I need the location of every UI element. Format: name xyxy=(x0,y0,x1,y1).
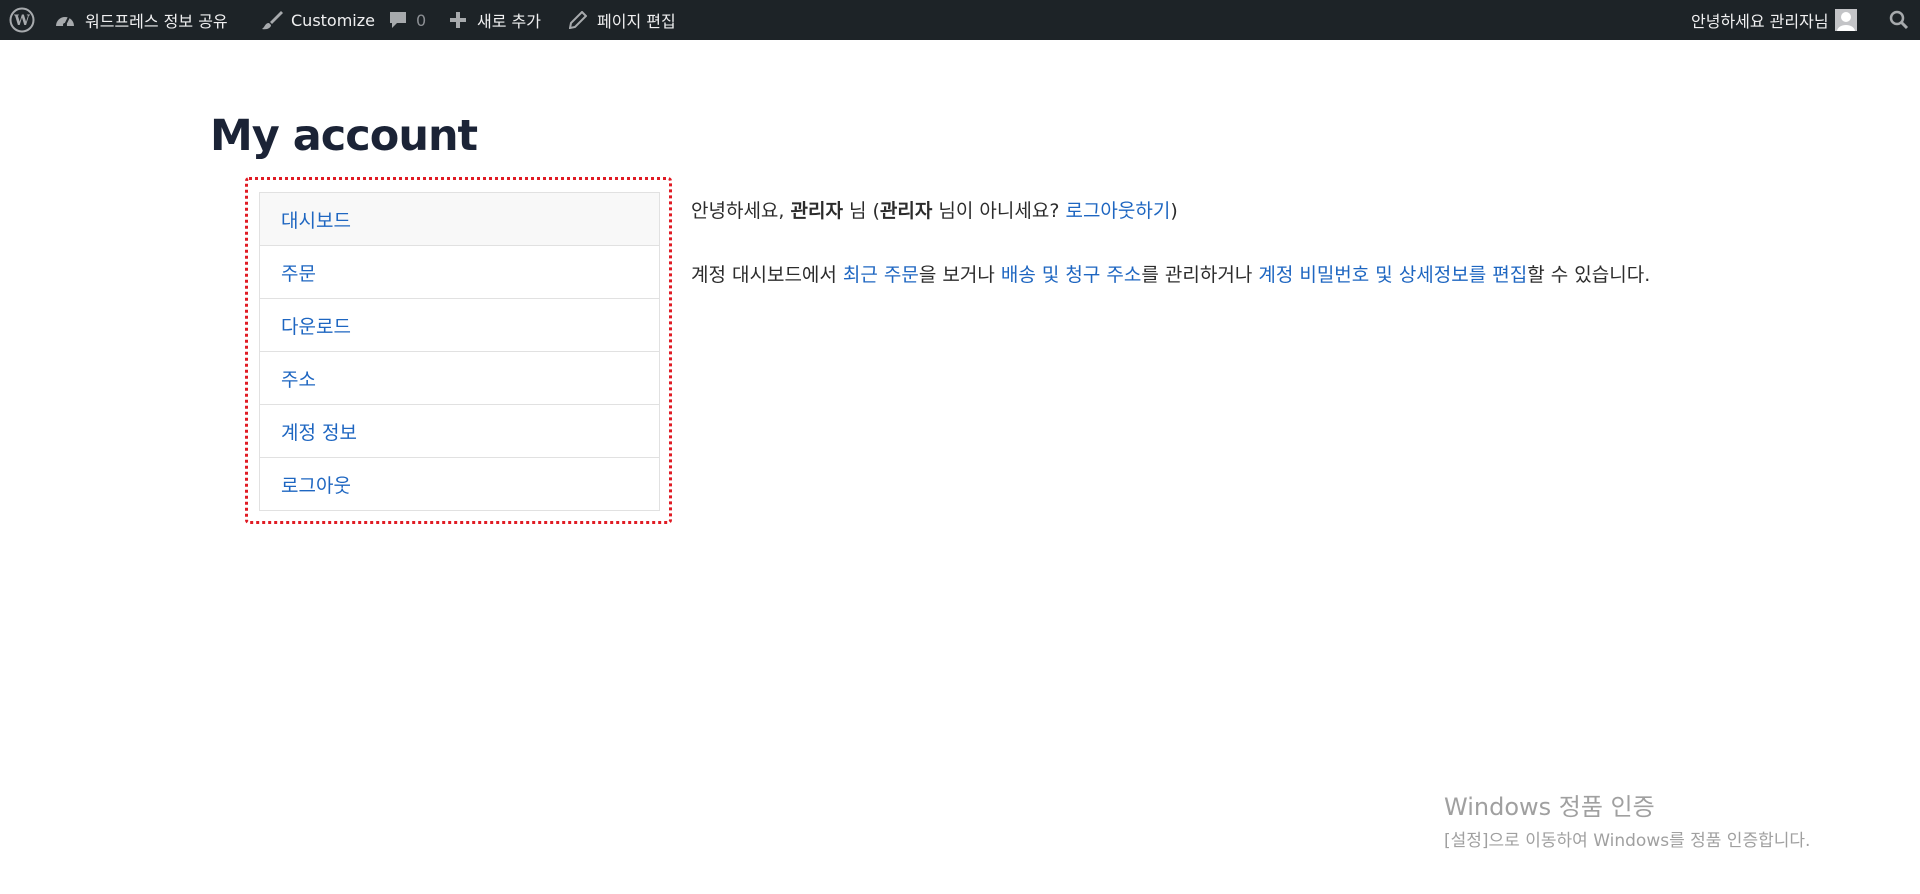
dashboard-description: 계정 대시보드에서 최근 주문을 보거나 배송 및 청구 주소를 관리하거나 계… xyxy=(691,260,1650,287)
desc-part-2: 을 보거나 xyxy=(918,264,1001,286)
plus-icon xyxy=(449,11,467,29)
nav-item-dashboard[interactable]: 대시보드 xyxy=(260,193,659,245)
dashboard-icon xyxy=(54,10,76,30)
account-navigation: 대시보드 주문 다운로드 주소 계정 정보 로그아웃 xyxy=(259,192,660,511)
customize-label: Customize xyxy=(291,10,375,30)
user-name-2: 관리자 xyxy=(879,200,933,222)
desc-part-1: 계정 대시보드에서 xyxy=(691,264,843,286)
customize-link[interactable]: Customize xyxy=(261,0,375,40)
my-account-menu[interactable]: 안녕하세요 관리자님 xyxy=(1691,0,1857,40)
recent-orders-link[interactable]: 최근 주문 xyxy=(843,264,919,286)
greeting-prefix: 안녕하세요, xyxy=(691,200,791,222)
pencil-icon xyxy=(569,11,587,29)
account-details-link[interactable]: 계정 비밀번호 및 상세정보를 편집 xyxy=(1258,264,1527,286)
desc-part-4: 할 수 있습니다. xyxy=(1527,264,1651,286)
brush-icon xyxy=(261,10,283,30)
activation-subtitle: [설정]으로 이동하여 Windows를 정품 인증합니다. xyxy=(1444,831,1811,851)
page-title: My account xyxy=(210,111,478,161)
comments-link[interactable]: 0 xyxy=(388,0,426,40)
comment-icon xyxy=(388,10,408,30)
nav-item-downloads[interactable]: 다운로드 xyxy=(260,298,659,351)
admin-bar: W 워드프레스 정보 공유 Customize 0 새로 추가 페이지 편집 안… xyxy=(0,0,1920,40)
search-icon[interactable] xyxy=(1889,0,1909,40)
greeting-label: 안녕하세요 관리자님 xyxy=(1691,12,1829,31)
new-content-label: 새로 추가 xyxy=(477,12,541,31)
edit-page-link[interactable]: 페이지 편집 xyxy=(569,0,676,40)
comments-count: 0 xyxy=(416,10,427,30)
addresses-link[interactable]: 배송 및 청구 주소 xyxy=(1001,264,1141,286)
logout-link[interactable]: 로그아웃하기 xyxy=(1065,200,1170,222)
wordpress-logo-icon[interactable]: W xyxy=(9,0,35,40)
nav-item-logout[interactable]: 로그아웃 xyxy=(260,457,659,510)
edit-page-label: 페이지 편집 xyxy=(597,12,676,31)
greeting-mid: 님 ( xyxy=(842,200,880,222)
greeting-paragraph: 안녕하세요, 관리자 님 (관리자 님이 아니세요? 로그아웃하기) xyxy=(691,196,1178,223)
activation-title: Windows 정품 인증 xyxy=(1444,793,1655,821)
svg-text:W: W xyxy=(13,13,30,29)
new-content-menu[interactable]: 새로 추가 xyxy=(449,0,541,40)
nav-item-orders[interactable]: 주문 xyxy=(260,245,659,298)
desc-part-3: 를 관리하거나 xyxy=(1141,264,1259,286)
windows-activation-watermark: Windows 정품 인증 [설정]으로 이동하여 Windows를 정품 인증… xyxy=(1444,787,1810,851)
nav-item-account-details[interactable]: 계정 정보 xyxy=(260,404,659,457)
greeting-not: 님이 아니세요? xyxy=(932,200,1066,222)
site-name-menu[interactable]: 워드프레스 정보 공유 xyxy=(54,0,228,40)
avatar xyxy=(1834,9,1857,31)
nav-item-addresses[interactable]: 주소 xyxy=(260,351,659,404)
greeting-suffix: ) xyxy=(1170,200,1178,222)
site-name-label: 워드프레스 정보 공유 xyxy=(85,12,228,31)
user-name: 관리자 xyxy=(790,200,843,222)
